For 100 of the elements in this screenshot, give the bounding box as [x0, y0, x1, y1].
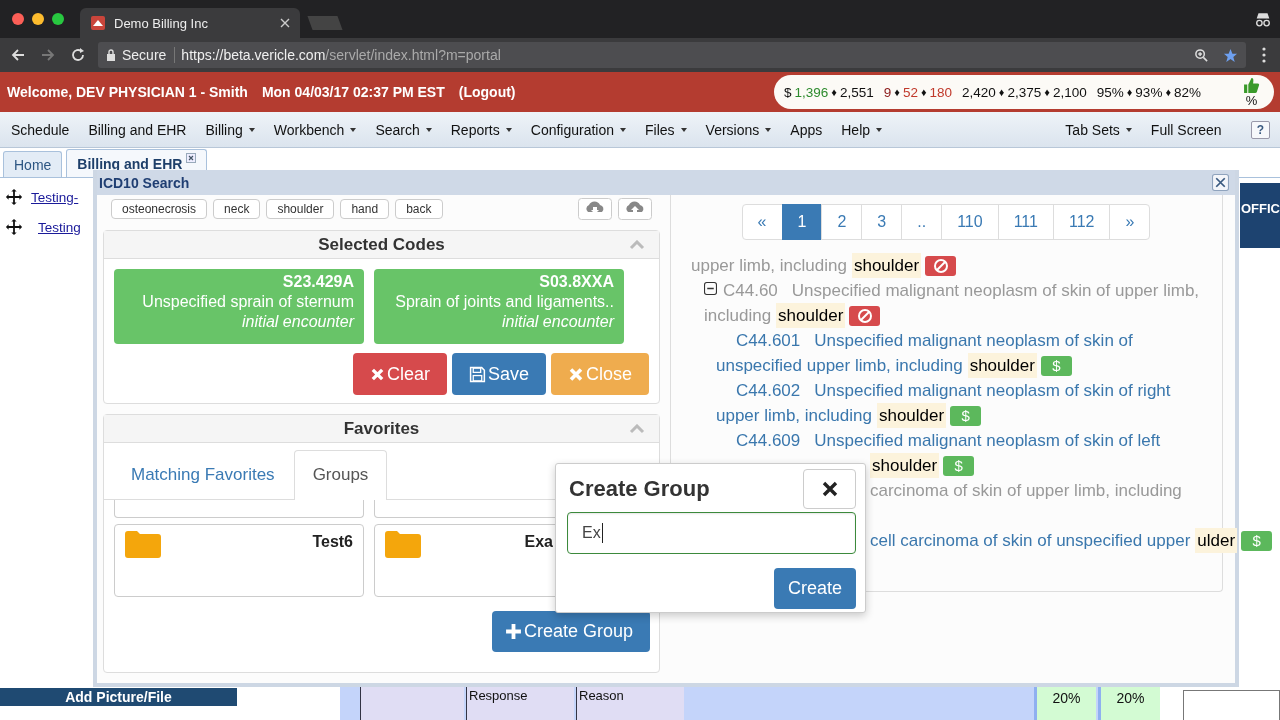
code-description: upper limb, including — [691, 255, 847, 277]
star-icon[interactable] — [1223, 47, 1238, 63]
encounter-label: initial encounter — [501, 312, 614, 332]
folder-icon — [125, 530, 161, 558]
close-tab-icon[interactable] — [280, 18, 290, 28]
popup-title: Create Group — [569, 476, 710, 502]
code-link[interactable]: C44.602 — [736, 378, 801, 403]
menu-item[interactable]: Reports — [450, 121, 512, 138]
page-link[interactable]: .. — [901, 204, 943, 240]
panel-title: Selected Codes — [318, 234, 445, 255]
menu-item[interactable]: Billing — [205, 121, 255, 138]
matched-term: shoulder — [870, 453, 940, 478]
page-link[interactable]: 1 — [781, 204, 823, 240]
page-link[interactable]: « — [741, 204, 783, 240]
tab-title: Demo Billing Inc — [114, 15, 209, 31]
menu-item[interactable]: Versions — [705, 121, 772, 138]
menu-item[interactable]: Configuration — [530, 121, 627, 138]
browser-tab[interactable]: Demo Billing Inc — [80, 8, 300, 38]
group-name-field[interactable]: Ex — [567, 512, 856, 554]
zoom-icon[interactable] — [1194, 47, 1209, 63]
group-name: Exa — [524, 533, 553, 551]
action-button[interactable]: Clear — [353, 353, 447, 395]
table-cell: 20% — [1034, 686, 1096, 720]
close-icon — [821, 481, 838, 497]
page-link[interactable]: 111 — [997, 204, 1054, 240]
menu-item[interactable]: Tab Sets — [1065, 121, 1132, 138]
code-label: S03.8XXA — [539, 272, 614, 292]
menu-item[interactable]: Help — [841, 121, 883, 138]
create-group-button[interactable]: Create Group — [492, 611, 650, 652]
encounter-label: initial encounter — [241, 312, 354, 332]
keyword-button[interactable]: back — [395, 199, 443, 219]
menu-item[interactable]: Workbench — [273, 121, 357, 138]
favorites-tab[interactable]: Groups — [293, 450, 388, 500]
table-cell: Response — [466, 686, 574, 720]
panel-title: Favorites — [343, 418, 420, 439]
minimize-window-icon[interactable] — [32, 13, 44, 25]
dialog-title: ICD10 Search — [99, 174, 190, 191]
move-icon[interactable] — [5, 188, 23, 206]
code-description: unspecified upper limb, including — [716, 355, 963, 377]
stats-group: 9 ♦ 52 ♦ 180 — [883, 84, 953, 100]
input-field[interactable] — [1183, 690, 1280, 720]
record-link[interactable]: Testing — [38, 219, 81, 235]
record-link[interactable]: Testing- — [31, 189, 79, 205]
billable-badge: $ — [1241, 530, 1273, 551]
upload-icon[interactable] — [618, 198, 652, 220]
move-icon[interactable] — [5, 218, 23, 236]
unit-label: % — [1245, 93, 1258, 108]
page-link[interactable]: 110 — [941, 204, 999, 240]
page-link[interactable]: 112 — [1052, 204, 1111, 240]
menu-item[interactable]: Full Screen — [1150, 121, 1222, 138]
ban-icon — [856, 307, 873, 324]
code-description: Sprain of joints and ligaments.. — [395, 292, 614, 312]
menu-item[interactable]: Billing and EHR — [88, 121, 187, 138]
stats-group: 2,420 ♦ 2,375 ♦ 2,100 — [962, 84, 1087, 100]
close-window-icon[interactable] — [12, 13, 24, 25]
stats-group: $ 1,396 ♦ 2,551 — [784, 84, 874, 100]
logout-link[interactable]: (Logout) — [458, 84, 516, 100]
maximize-window-icon[interactable] — [52, 13, 64, 25]
close-icon[interactable] — [1212, 174, 1229, 191]
keyword-button[interactable]: shoulder — [266, 199, 335, 219]
code-description: Unspecified malignant neoplasm of skin of left — [814, 430, 1161, 452]
table-cell: Reason — [576, 686, 684, 720]
download-icon[interactable] — [578, 198, 612, 220]
add-picture-button[interactable]: Add Picture/File — [0, 688, 237, 706]
page-link[interactable]: 2 — [821, 204, 863, 240]
action-button[interactable]: Save — [452, 353, 546, 395]
lock-icon — [106, 49, 116, 61]
stats-group: 95% ♦ 93% ♦ 82% — [1096, 84, 1202, 100]
code-description: Unspecified malignant neoplasm of skin of — [814, 330, 1133, 352]
back-icon[interactable] — [10, 47, 26, 63]
menu-item[interactable]: Files — [645, 121, 687, 138]
address-field[interactable]: Secure https://beta.vericle.com/servlet/index.html?m=portal — [98, 42, 1246, 68]
menu-item[interactable]: Search — [375, 121, 432, 138]
close-icon — [568, 365, 584, 383]
billable-badge: $ — [1040, 355, 1072, 376]
plus-icon — [505, 623, 522, 640]
code-description: Unspecified malignant neoplasm of skin of right — [814, 380, 1171, 402]
keyword-button[interactable]: osteonecrosis — [111, 199, 208, 219]
menu-item[interactable]: Schedule — [11, 121, 70, 138]
reload-icon[interactable] — [70, 47, 86, 63]
app-tab[interactable]: Home — [3, 151, 63, 177]
menu-item[interactable]: Apps — [790, 121, 823, 138]
close-tab-icon[interactable] — [186, 153, 197, 163]
help-button[interactable]: ? — [1250, 120, 1270, 139]
group-card[interactable]: Test6 — [114, 524, 364, 597]
favorites-tab[interactable]: Matching Favorites — [114, 450, 292, 499]
menu-icon[interactable] — [1262, 47, 1266, 63]
keyword-button[interactable]: hand — [340, 199, 390, 219]
code-link[interactable]: C44.609 — [736, 428, 801, 453]
keyword-button[interactable]: neck — [213, 199, 261, 219]
create-button[interactable]: Create — [773, 568, 856, 609]
forward-icon[interactable] — [40, 47, 56, 63]
page-link[interactable]: » — [1109, 204, 1151, 240]
page-link[interactable]: 3 — [861, 204, 903, 240]
thumbs-up-icon — [1243, 76, 1260, 94]
code-link[interactable]: C44.601 — [736, 328, 801, 353]
code-description: Unspecified sprain of sternum — [142, 292, 354, 312]
close-button[interactable] — [803, 469, 856, 509]
collapse-icon[interactable] — [704, 282, 717, 295]
ban-icon — [932, 257, 949, 274]
